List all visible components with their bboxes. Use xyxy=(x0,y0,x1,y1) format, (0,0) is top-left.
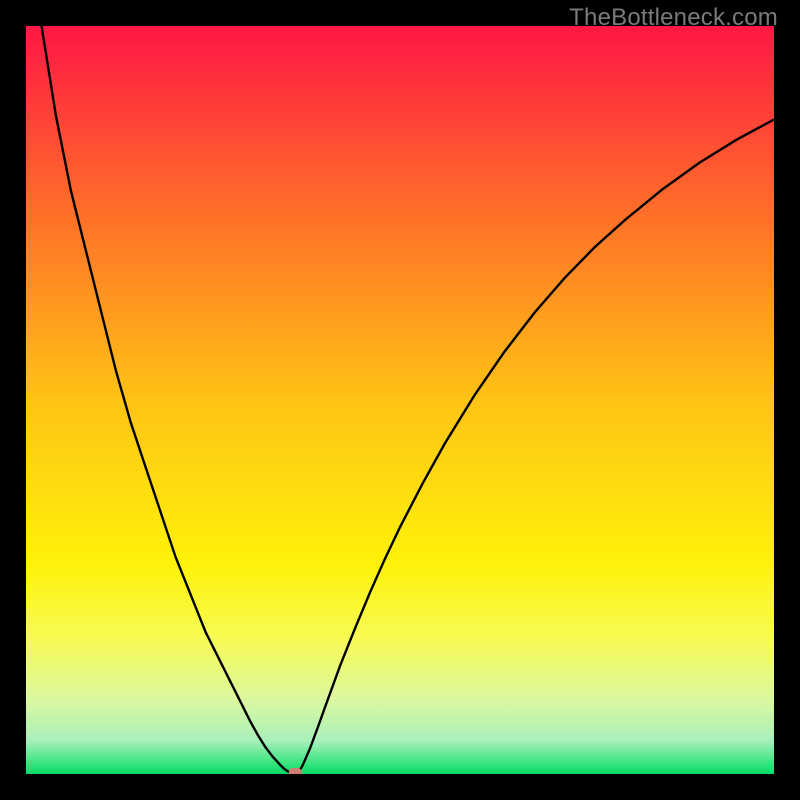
gradient-background xyxy=(26,26,774,774)
plot-area xyxy=(26,26,774,774)
optimum-marker xyxy=(289,768,302,774)
chart-container: TheBottleneck.com xyxy=(0,0,800,800)
plot-svg xyxy=(26,26,774,774)
